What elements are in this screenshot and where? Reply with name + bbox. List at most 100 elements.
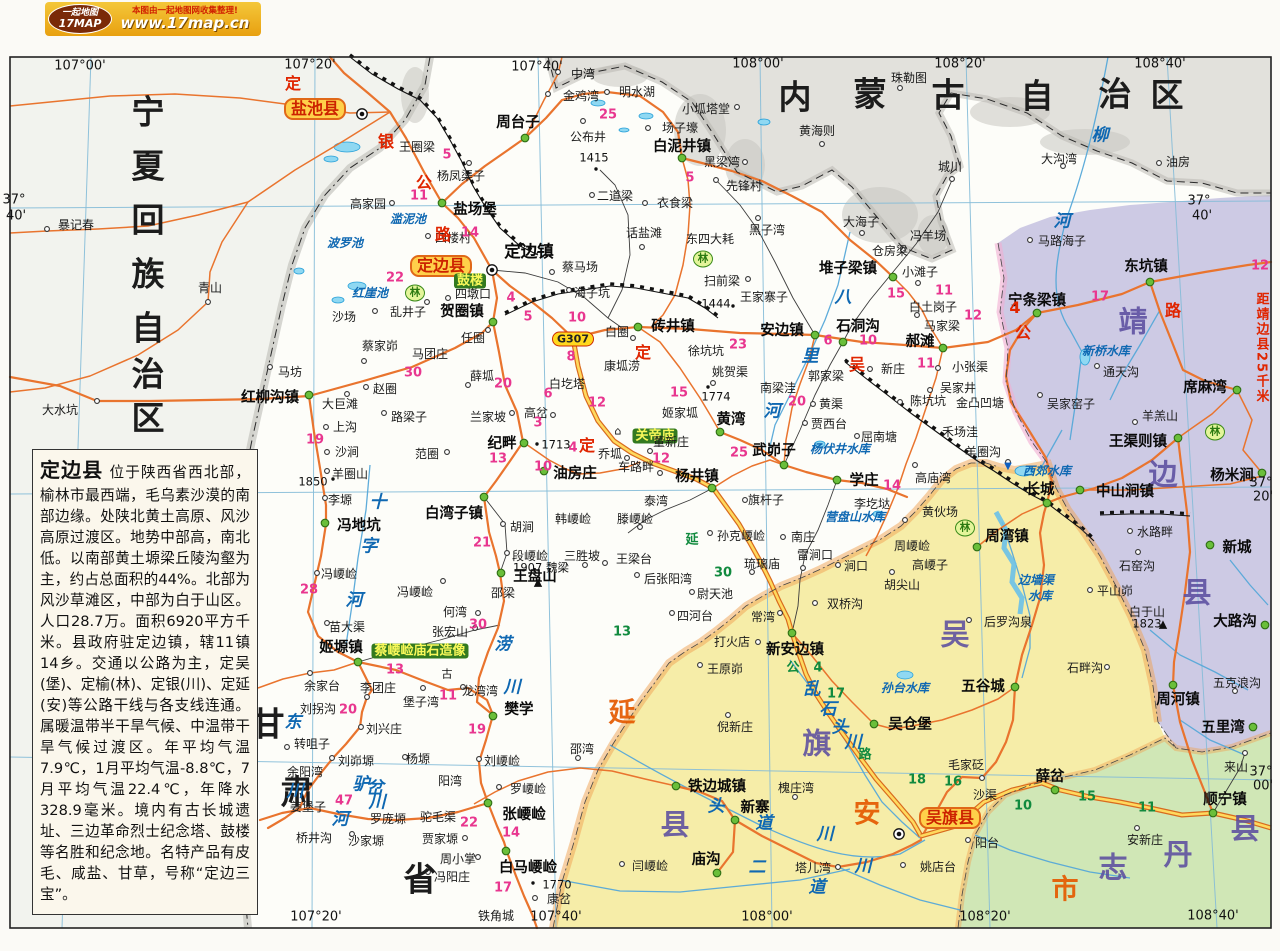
settlement-dot (643, 201, 648, 206)
settlement-dot (285, 745, 290, 750)
settlement-dot (731, 304, 734, 307)
settlement-dot (743, 160, 748, 165)
settlement-dot (913, 463, 918, 468)
settlement-dot (731, 816, 739, 824)
settlement-dot (778, 611, 783, 616)
settlement-dot (446, 296, 451, 301)
settlement-dot (1146, 278, 1154, 286)
settlement-dot (1028, 238, 1033, 243)
settlement-dot (1243, 751, 1248, 756)
settlement-dot (670, 611, 675, 616)
settlement-dot (781, 535, 786, 540)
settlement-dot (480, 493, 488, 501)
settlement-dot (1038, 393, 1043, 398)
settlement-dot (489, 318, 497, 326)
settlement-dot (359, 725, 364, 730)
settlement-dot (323, 496, 328, 501)
settlement-dot (501, 522, 506, 527)
settlement-dot (1169, 681, 1177, 689)
settlement-dot (1206, 541, 1214, 549)
settlement-dot (382, 411, 387, 416)
settlement-dot (373, 309, 378, 314)
settlement-dot (936, 366, 941, 371)
settlement-dot (973, 543, 981, 551)
settlement-dot (497, 569, 505, 577)
settlement-dot (421, 686, 426, 691)
settlement-dot (476, 855, 481, 860)
settlement-dot (638, 525, 643, 530)
settlement-dot (476, 611, 481, 616)
settlement-dot (461, 685, 466, 690)
settlement-dot (1011, 683, 1019, 691)
settlement-dot (788, 629, 796, 637)
settlement-dot (1157, 161, 1162, 166)
logo-mark: 一起地图 17MAP (48, 4, 112, 34)
county-seat-dot (490, 268, 495, 273)
settlement-dot (467, 161, 472, 166)
settlement-dot (698, 663, 703, 668)
settlement-dot (445, 450, 450, 455)
settlement-dot (898, 400, 903, 405)
settlement-dot (646, 126, 651, 131)
settlement-dot (95, 399, 100, 404)
settlement-dot (915, 313, 920, 318)
settlement-dot (466, 383, 471, 388)
settlement-dot (743, 498, 748, 503)
settlement-dot (1249, 723, 1257, 731)
settlement-dot (746, 277, 751, 282)
logo-url[interactable]: www.17map.cn (112, 15, 258, 32)
settlement-dot (438, 199, 446, 207)
settlement-dot (365, 695, 370, 700)
settlement-dot (567, 288, 572, 293)
settlement-dot (531, 881, 534, 884)
settlement-dot (860, 231, 865, 236)
settlement-dot (535, 442, 538, 445)
settlement-dot (364, 385, 369, 390)
settlement-dot (901, 863, 906, 868)
settlement-dot (836, 563, 841, 568)
settlement-dot (502, 847, 510, 855)
settlement-dot (631, 336, 636, 341)
settlement-dot (950, 177, 955, 182)
settlement-dot (870, 720, 878, 728)
settlement-dot (635, 573, 640, 578)
settlement-dot (325, 469, 330, 474)
settlement-dot (868, 367, 873, 372)
settlement-dot (305, 391, 313, 399)
settlement-dot (354, 658, 362, 666)
settlement-dot (550, 270, 555, 275)
settlement-dot (640, 245, 645, 250)
settlement-dot (45, 227, 50, 232)
settlement-dot (928, 388, 933, 393)
settlement-dot (714, 178, 719, 183)
settlement-dot (1051, 786, 1059, 794)
settlement-dot (756, 640, 761, 645)
county-seat-dot (360, 112, 365, 117)
settlement-dot (1133, 420, 1138, 425)
logo[interactable]: 一起地图 17MAP 本图由一起地图网收集整理! www.17map.cn (45, 2, 261, 36)
settlement-dot (813, 601, 818, 606)
settlement-dot (634, 323, 642, 331)
settlement-dot (1233, 386, 1241, 394)
settlement-dot (672, 782, 680, 790)
settlement-dot (811, 331, 819, 339)
settlement-dot (505, 551, 510, 556)
settlement-dot (594, 167, 597, 170)
settlement-dot (581, 119, 586, 124)
settlement-dot (735, 105, 740, 110)
settlement-dot (551, 413, 556, 418)
settlement-dot (330, 756, 335, 761)
settlement-dot (1209, 809, 1217, 817)
settlement-dot (820, 142, 825, 147)
settlement-dot (811, 402, 816, 407)
settlement-dot (576, 756, 581, 761)
settlement-dot (486, 328, 491, 333)
settlement-dot (690, 590, 695, 595)
settlement-dot (540, 467, 548, 475)
settlement-dot (939, 344, 947, 352)
settlement-dot (331, 477, 334, 480)
settlement-dot (1033, 309, 1041, 317)
settlement-dot (756, 216, 761, 221)
settlement-dot (855, 434, 860, 439)
settlement-dot (521, 134, 529, 142)
